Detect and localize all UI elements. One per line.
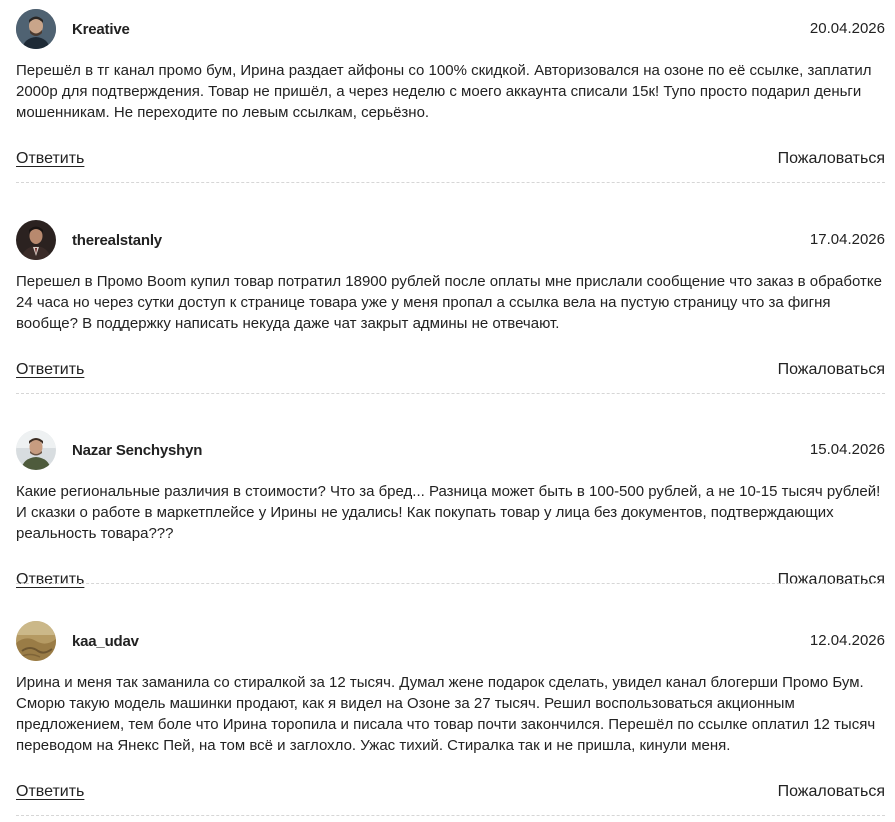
user-avatar-icon[interactable]: [16, 220, 56, 260]
reply-link[interactable]: Ответить: [16, 361, 84, 379]
comment-author: kaa_udav: [72, 632, 139, 650]
comment-author: therealstanly: [72, 231, 162, 249]
report-link[interactable]: Пожаловаться: [778, 361, 885, 379]
comment-text: Перешел в Промо Boom купил товар потрати…: [16, 273, 882, 332]
comment-item: kaa_udav 12.04.2026 Ирина и меня так зам…: [16, 621, 885, 816]
comment-header: kaa_udav 12.04.2026: [16, 621, 885, 661]
comment-author: Nazar Senchyshyn: [72, 441, 203, 459]
reply-link[interactable]: Ответить: [16, 150, 84, 168]
comment-date: 17.04.2026: [809, 231, 885, 248]
reply-link[interactable]: Ответить: [16, 571, 84, 589]
comment-author: Kreative: [72, 20, 130, 38]
comment-actions: Ответить Пожаловаться: [16, 783, 885, 805]
user-avatar-icon[interactable]: [16, 621, 56, 661]
comment-header: Nazar Senchyshyn 15.04.2026: [16, 430, 885, 470]
comment-text: Ирина и меня так заманила со стиралкой з…: [16, 674, 876, 754]
comment-date: 20.04.2026: [809, 20, 885, 37]
report-link[interactable]: Пожаловаться: [778, 571, 885, 589]
comment-actions: Ответить Пожаловаться: [16, 571, 885, 593]
report-link[interactable]: Пожаловаться: [778, 783, 885, 801]
user-avatar-icon[interactable]: [16, 430, 56, 470]
comment-date: 15.04.2026: [809, 441, 885, 458]
comment-header: Kreative 20.04.2026: [16, 9, 885, 49]
comment-divider: [16, 583, 885, 584]
comment-divider: [16, 182, 885, 183]
comment-text: Перешёл в тг канал промо бум, Ирина разд…: [16, 62, 872, 121]
report-link[interactable]: Пожаловаться: [778, 150, 885, 168]
comment-date: 12.04.2026: [809, 632, 885, 649]
comment-actions: Ответить Пожаловаться: [16, 361, 885, 383]
comment-actions: Ответить Пожаловаться: [16, 150, 885, 172]
comment-divider: [16, 393, 885, 394]
comment-item: Kreative 20.04.2026 Перешёл в тг канал п…: [16, 9, 885, 183]
comment-item: therealstanly 17.04.2026 Перешел в Промо…: [16, 220, 885, 394]
comment-divider: [16, 815, 885, 816]
user-avatar-icon[interactable]: [16, 9, 56, 49]
reply-link[interactable]: Ответить: [16, 783, 84, 801]
comment-text: Какие региональные различия в стоимости?…: [16, 483, 881, 542]
comment-header: therealstanly 17.04.2026: [16, 220, 885, 260]
comment-item: Nazar Senchyshyn 15.04.2026 Какие регион…: [16, 430, 885, 593]
comments-list: Kreative 20.04.2026 Перешёл в тг канал п…: [0, 0, 895, 822]
